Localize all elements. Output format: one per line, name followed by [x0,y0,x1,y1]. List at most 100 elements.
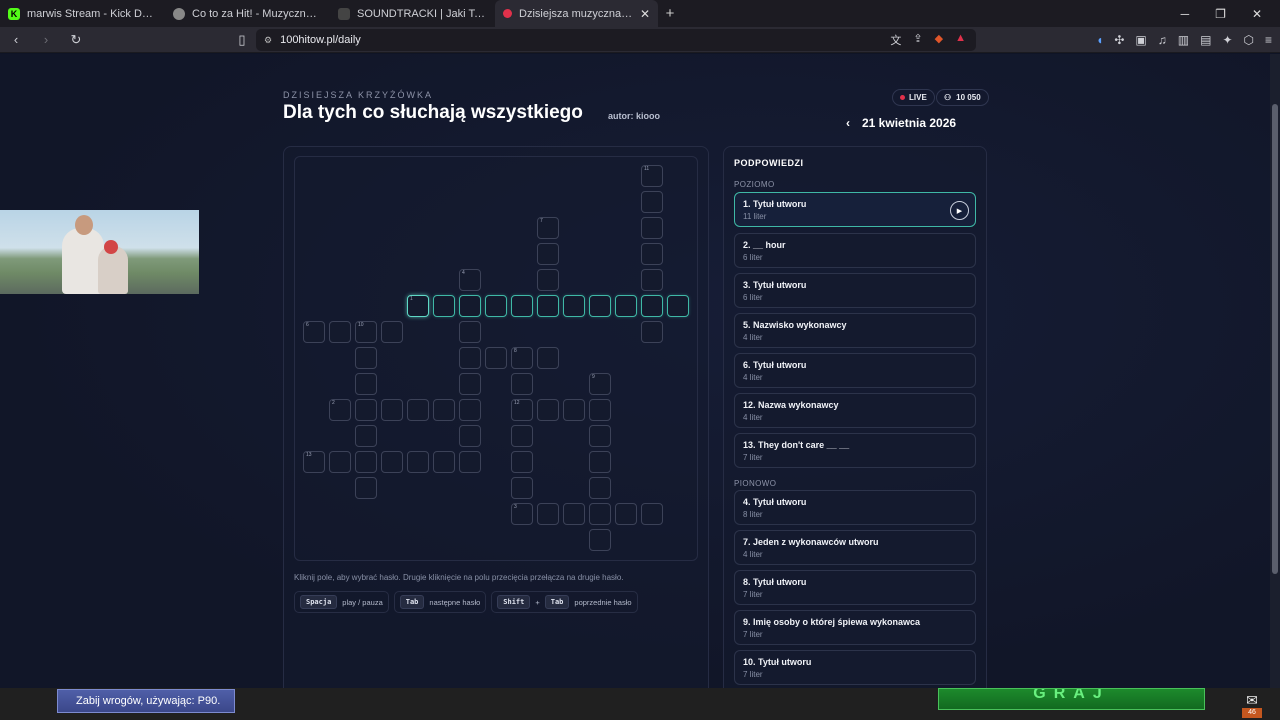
reload-icon[interactable]: ↻ [66,32,86,48]
page-scrollbar[interactable] [1270,54,1280,688]
crossword-cell[interactable]: 10 [355,321,377,343]
site-info-icon[interactable]: ⚙ [264,35,272,46]
crossword-cell[interactable] [537,347,559,369]
crossword-cell[interactable] [511,451,533,473]
clue-down-10[interactable]: 10. Tytuł utworu 7 liter [734,650,976,685]
mail-icon[interactable]: ✉ 46 [1238,692,1266,718]
crossword-cell[interactable] [563,503,585,525]
crossword-cell[interactable]: 8 [511,347,533,369]
new-tab-icon[interactable]: + [658,5,682,22]
previous-day-icon[interactable]: ‹ [846,116,850,130]
crossword-cell[interactable] [355,425,377,447]
wallet-icon[interactable]: ▤ [1200,33,1211,47]
audio-icon[interactable]: ◖ [1096,33,1103,47]
crossword-cell[interactable] [459,373,481,395]
crossword-cell[interactable] [589,399,611,421]
clue-across-2[interactable]: 2. __ hour 6 liter [734,233,976,268]
crossword-cell[interactable]: 4 [459,269,481,291]
crossword-cell[interactable] [511,477,533,499]
crossword-cell[interactable] [381,321,403,343]
crossword-cell[interactable]: 6 [303,321,325,343]
crossword-cell[interactable] [641,217,663,239]
crossword-cell[interactable] [407,399,429,421]
crossword-cell[interactable]: 9 [589,373,611,395]
forward-icon[interactable]: › [36,32,56,47]
crossword-cell[interactable] [459,399,481,421]
minimize-icon[interactable]: ─ [1181,7,1190,21]
extensions-icon[interactable]: ✣ [1114,33,1124,47]
crossword-cell[interactable] [537,243,559,265]
crossword-cell[interactable] [511,373,533,395]
crossword-cell[interactable] [459,425,481,447]
close-window-icon[interactable]: ✕ [1252,7,1262,21]
play-icon[interactable]: ▶ [950,201,969,220]
crossword-cell[interactable] [563,295,585,317]
browser-tab-quiz[interactable]: Co to za Hit! - Muzyczny Quiz Hip-H [165,0,330,27]
crossword-cell[interactable] [589,295,611,317]
crossword-cell[interactable] [563,399,585,421]
crossword-cell[interactable] [537,295,559,317]
crossword-cell[interactable] [459,347,481,369]
crossword-cell[interactable] [329,451,351,473]
clue-across-5[interactable]: 5. Nazwisko wykonawcy 4 liter [734,313,976,348]
clue-down-7[interactable]: 7. Jeden z wykonawców utworu 4 liter [734,530,976,565]
clue-down-8[interactable]: 8. Tytuł utworu 7 liter [734,570,976,605]
music-icon[interactable]: ♫ [1158,33,1167,47]
crossword-cell[interactable] [485,295,507,317]
share-icon[interactable]: ⇪ [913,32,922,48]
sidebar-icon[interactable]: ▥ [1178,33,1189,47]
crossword-cell[interactable] [641,295,663,317]
address-bar[interactable]: ⚙ 100hitow.pl/daily 文 ⇪ ◆ ▲ [256,29,976,51]
crossword-cell[interactable] [433,399,455,421]
crossword-cell[interactable] [589,451,611,473]
clue-down-9[interactable]: 9. Imię osoby o której śpiewa wykonawca … [734,610,976,645]
crossword-cell[interactable] [407,451,429,473]
crossword-cell[interactable] [381,451,403,473]
crossword-cell[interactable] [459,451,481,473]
crossword-cell[interactable] [511,425,533,447]
crossword-cell[interactable] [511,295,533,317]
crossword-cell[interactable] [433,295,455,317]
brave-shield-icon[interactable]: ◆ [935,32,943,48]
crossword-cell[interactable] [355,373,377,395]
crossword-cell[interactable] [589,529,611,551]
crossword-cell[interactable] [589,503,611,525]
crossword-cell[interactable] [355,477,377,499]
back-icon[interactable]: ‹ [6,32,26,47]
crossword-cell[interactable] [641,243,663,265]
crossword-cell[interactable] [641,321,663,343]
crossword-cell[interactable] [615,295,637,317]
crossword-cell[interactable] [615,503,637,525]
clue-across-3[interactable]: 3. Tytuł utworu 6 liter [734,273,976,308]
crossword-cell[interactable] [355,451,377,473]
screenshot-icon[interactable]: ▣ [1135,33,1146,47]
crossword-cell[interactable]: 11 [641,165,663,187]
maximize-icon[interactable]: ❐ [1215,7,1226,21]
crossword-cell[interactable] [589,425,611,447]
crossword-cell[interactable] [537,269,559,291]
leo-ai-icon[interactable]: ✦ [1222,33,1232,47]
menu-icon[interactable]: ≡ [1265,33,1272,47]
crossword-cell[interactable] [641,503,663,525]
crossword-cell[interactable]: 12 [511,399,533,421]
vpn-icon[interactable]: ⬡ [1244,33,1254,47]
browser-tab-soundtracki[interactable]: SOUNDTRACKI | Jaki To Wers [330,0,495,27]
crossword-cell[interactable] [641,191,663,213]
clue-across-13[interactable]: 13. They don't care __ __ 7 liter [734,433,976,468]
clue-across-1[interactable]: 1. Tytuł utworu 11 liter ▶ [734,192,976,227]
browser-tab-daily[interactable]: Dzisiejsza muzyczna krzyżówka | ✕ [495,0,658,27]
crossword-cell[interactable] [459,295,481,317]
crossword-cell[interactable]: 2 [329,399,351,421]
crossword-cell[interactable] [355,347,377,369]
crossword-cell[interactable] [537,503,559,525]
crossword-cell[interactable] [329,321,351,343]
clue-across-12[interactable]: 12. Nazwa wykonawcy 4 liter [734,393,976,428]
crossword-cell[interactable]: 13 [303,451,325,473]
close-tab-icon[interactable]: ✕ [640,7,650,21]
scrollbar-thumb[interactable] [1272,104,1278,574]
translate-icon[interactable]: 文 [890,32,901,48]
crossword-cell[interactable]: 7 [537,217,559,239]
crossword-cell[interactable] [667,295,689,317]
clue-across-6[interactable]: 6. Tytuł utworu 4 liter [734,353,976,388]
crossword-cell[interactable] [485,347,507,369]
